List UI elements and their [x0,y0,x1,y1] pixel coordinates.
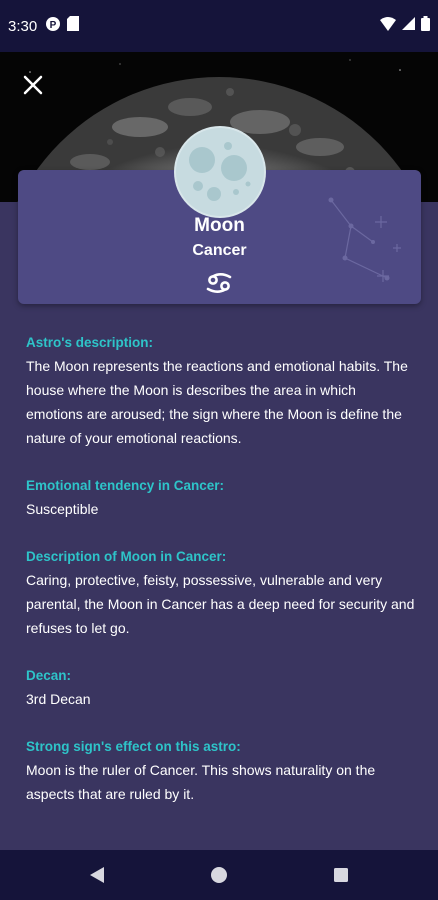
svg-text:P: P [50,20,57,31]
status-bar: 3:30 P [0,0,438,52]
section-decan: Decan: 3rd Decan [26,665,416,711]
recents-square-icon [334,868,348,882]
section-heading: Emotional tendency in Cancer: [26,478,225,493]
wifi-icon [380,16,396,36]
sd-card-icon [67,16,80,36]
section-moon-in-cancer: Description of Moon in Cancer: Caring, p… [26,546,416,640]
cancer-zodiac-icon [206,272,232,294]
app-notification-icon: P [45,16,61,37]
close-button[interactable] [18,70,48,100]
section-heading: Strong sign's effect on this astro: [26,739,241,754]
moon-avatar-icon [176,128,264,216]
home-circle-icon [211,867,227,883]
astro-title: Moon [194,215,245,236]
status-time: 3:30 [8,17,38,35]
section-heading: Astro's description: [26,335,153,350]
back-button[interactable] [86,864,108,886]
sign-name: Cancer [192,242,247,259]
astro-details: Astro's description: The Moon represents… [26,332,416,831]
section-body: Susceptible [26,501,99,517]
section-body: Moon is the ruler of Cancer. This shows … [26,762,376,802]
recents-button[interactable] [330,864,352,886]
constellation-icon [328,197,401,282]
section-astro-description: Astro's description: The Moon represents… [26,332,416,450]
section-heading: Decan: [26,668,72,683]
section-body: Caring, protective, feisty, possessive, … [26,572,415,636]
section-emotional-tendency: Emotional tendency in Cancer: Susceptibl… [26,475,416,521]
section-strong-sign: Strong sign's effect on this astro: Moon… [26,736,416,806]
battery-icon [421,16,430,36]
section-body: 3rd Decan [26,691,91,707]
close-icon [23,75,43,95]
section-heading: Description of Moon in Cancer: [26,549,227,564]
navigation-bar [0,850,438,900]
home-button[interactable] [208,864,230,886]
back-triangle-icon [90,867,104,883]
signal-icon [402,17,415,35]
section-body: The Moon represents the reactions and em… [26,358,408,446]
